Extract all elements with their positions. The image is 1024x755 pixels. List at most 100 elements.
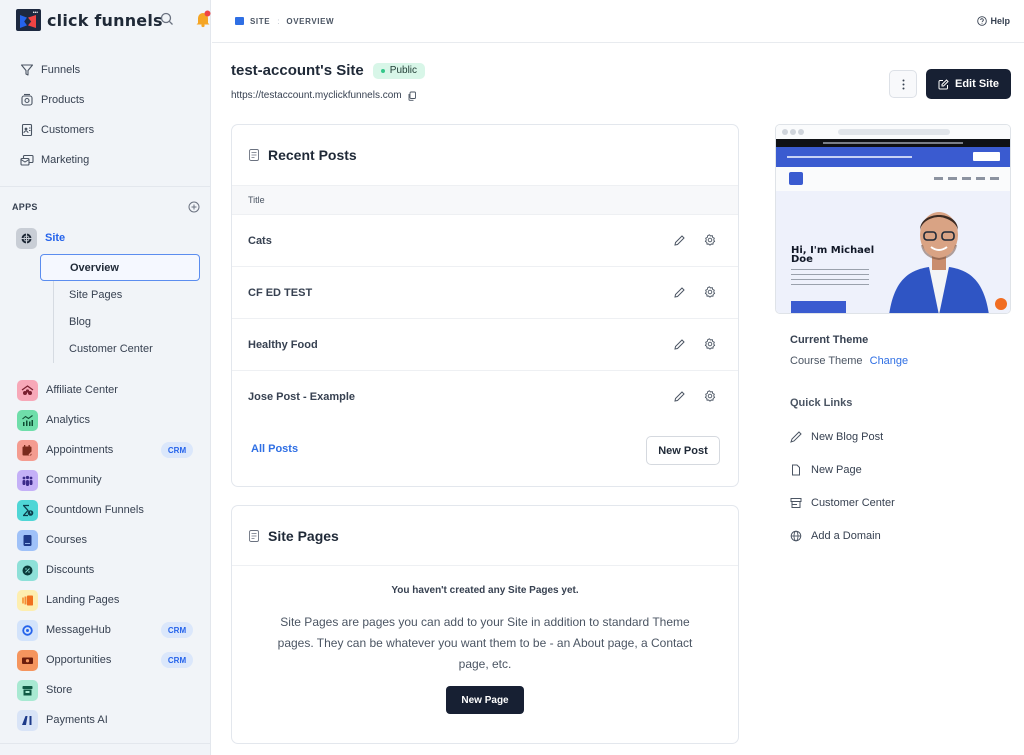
sidebar-item-community[interactable]: Community	[0, 465, 211, 495]
change-theme-link[interactable]: Change	[870, 355, 909, 367]
gear-icon[interactable]	[704, 234, 716, 246]
empty-state-title: You haven't created any Site Pages yet.	[391, 585, 579, 596]
subnav-item-overview[interactable]: Overview	[40, 254, 200, 281]
sidebar-item-countdown-funnels[interactable]: Countdown Funnels	[0, 495, 211, 525]
app-label: Opportunities	[46, 654, 112, 666]
sidebar-divider	[0, 186, 211, 187]
apps-section-header: APPS	[12, 200, 200, 214]
recent-posts-title: Recent Posts	[268, 147, 357, 163]
quick-link-new-blog-post[interactable]: New Blog Post	[790, 420, 990, 453]
subnav-item-customer-center[interactable]: Customer Center	[40, 335, 200, 362]
breadcrumb-overview: OVERVIEW	[286, 16, 335, 26]
topbar: SITE : OVERVIEW Help	[212, 0, 1024, 43]
edit-site-button[interactable]: Edit Site	[926, 69, 1011, 99]
sidebar-item-affiliate-center[interactable]: Affiliate Center	[0, 375, 211, 405]
sidebar-item-messagehub[interactable]: MessageHub CRM	[0, 615, 211, 645]
help-button[interactable]: Help	[977, 16, 1010, 26]
store-icon	[17, 679, 38, 701]
sidebar-item-label: Products	[41, 94, 85, 106]
new-post-button[interactable]: New Post	[646, 436, 720, 465]
sidebar-item-appointments[interactable]: Appointments CRM	[0, 435, 211, 465]
clickfunnels-logo-icon[interactable]: •••	[16, 9, 41, 31]
document-icon	[249, 149, 259, 161]
quick-link-new-page[interactable]: New Page	[790, 453, 990, 486]
document-icon	[249, 529, 259, 542]
table-row[interactable]: Healthy Food	[232, 319, 738, 371]
messagehub-icon	[17, 619, 38, 641]
sidebar-item-marketing[interactable]: Marketing	[0, 145, 211, 175]
post-title[interactable]: Jose Post - Example	[248, 391, 355, 403]
sidebar-item-analytics[interactable]: Analytics	[0, 405, 211, 435]
countdown-icon	[17, 499, 38, 521]
app-label: Discounts	[46, 564, 95, 576]
appointments-icon	[17, 439, 38, 461]
site-preview-thumbnail[interactable]: Hi, I'm Michael Doe	[775, 124, 1011, 314]
new-page-button[interactable]: New Page	[446, 686, 524, 714]
gear-icon[interactable]	[704, 338, 716, 350]
site-subnav: Overview Site Pages Blog Customer Center	[40, 254, 200, 362]
post-title[interactable]: Healthy Food	[248, 339, 318, 351]
preview-hero: Hi, I'm Michael Doe	[776, 191, 1010, 313]
pencil-icon[interactable]	[674, 235, 685, 246]
site-title-row: test-account's Site Public	[231, 62, 426, 79]
posts-table-body: Cats CF ED TEST Healthy Food Jose Post -…	[232, 215, 738, 423]
sidebar-item-label: Marketing	[41, 154, 90, 166]
kebab-menu-icon	[902, 79, 904, 89]
marketing-icon	[20, 154, 34, 166]
pencil-icon[interactable]	[674, 339, 685, 350]
table-row[interactable]: Cats	[232, 215, 738, 267]
funnel-icon	[20, 64, 34, 76]
quick-link-customer-center[interactable]: Customer Center	[790, 486, 990, 519]
post-title[interactable]: Cats	[248, 235, 272, 247]
sidebar-item-discounts[interactable]: Discounts	[0, 555, 211, 585]
sidebar-item-label: Customers	[41, 124, 95, 136]
gear-icon[interactable]	[704, 390, 716, 402]
preview-hero-heading: Hi, I'm Michael Doe	[791, 245, 875, 265]
analytics-icon	[17, 409, 38, 431]
storefront-icon	[790, 497, 802, 508]
sidebar-item-store[interactable]: Store	[0, 675, 211, 705]
site-url[interactable]: https://testaccount.myclickfunnels.com	[231, 90, 402, 101]
table-row[interactable]: Jose Post - Example	[232, 371, 738, 423]
search-icon[interactable]	[159, 11, 175, 27]
site-pages-header: Site Pages	[232, 506, 738, 566]
app-label: Courses	[46, 534, 87, 546]
crm-badge: CRM	[161, 622, 193, 638]
preview-announcement-bar	[776, 139, 1010, 147]
quick-link-add-domain[interactable]: Add a Domain	[790, 519, 990, 552]
status-dot-icon	[380, 68, 385, 73]
pencil-icon[interactable]	[674, 391, 685, 402]
sidebar-item-funnels[interactable]: Funnels	[0, 55, 211, 85]
sidebar-item-payments-ai[interactable]: Payments AI	[0, 705, 211, 735]
recent-posts-card: Recent Posts Title Cats CF ED TEST Healt…	[231, 124, 739, 487]
quick-links-label: Quick Links	[790, 397, 853, 409]
subnav-item-blog[interactable]: Blog	[40, 308, 200, 335]
post-title[interactable]: CF ED TEST	[248, 287, 312, 299]
opportunities-icon	[17, 649, 38, 671]
preview-site-nav	[776, 167, 1010, 191]
landing-pages-icon	[17, 589, 38, 611]
pencil-icon[interactable]	[674, 287, 685, 298]
gear-icon[interactable]	[704, 286, 716, 298]
table-row[interactable]: CF ED TEST	[232, 267, 738, 319]
sidebar-item-customers[interactable]: Customers	[0, 115, 211, 145]
breadcrumb-site[interactable]: SITE	[250, 17, 270, 26]
sidebar-item-products[interactable]: Products	[0, 85, 211, 115]
app-label: MessageHub	[46, 624, 111, 636]
products-icon	[21, 93, 33, 106]
sidebar-item-site[interactable]: Site	[16, 227, 65, 249]
globe-icon	[790, 530, 802, 541]
subnav-item-site-pages[interactable]: Site Pages	[40, 281, 200, 308]
copy-icon[interactable]	[407, 91, 417, 101]
all-posts-link[interactable]: All Posts	[251, 443, 298, 455]
sidebar-item-opportunities[interactable]: Opportunities CRM	[0, 645, 211, 675]
preview-hero-cta	[791, 301, 846, 313]
community-icon	[17, 469, 38, 491]
add-app-icon[interactable]	[188, 201, 200, 213]
more-options-button[interactable]	[889, 70, 917, 98]
notification-bell-icon[interactable]	[195, 10, 211, 28]
sidebar-item-landing-pages[interactable]: Landing Pages	[0, 585, 211, 615]
theme-name: Course Theme	[790, 355, 863, 367]
app-label: Landing Pages	[46, 594, 120, 606]
sidebar-item-courses[interactable]: Courses	[0, 525, 211, 555]
